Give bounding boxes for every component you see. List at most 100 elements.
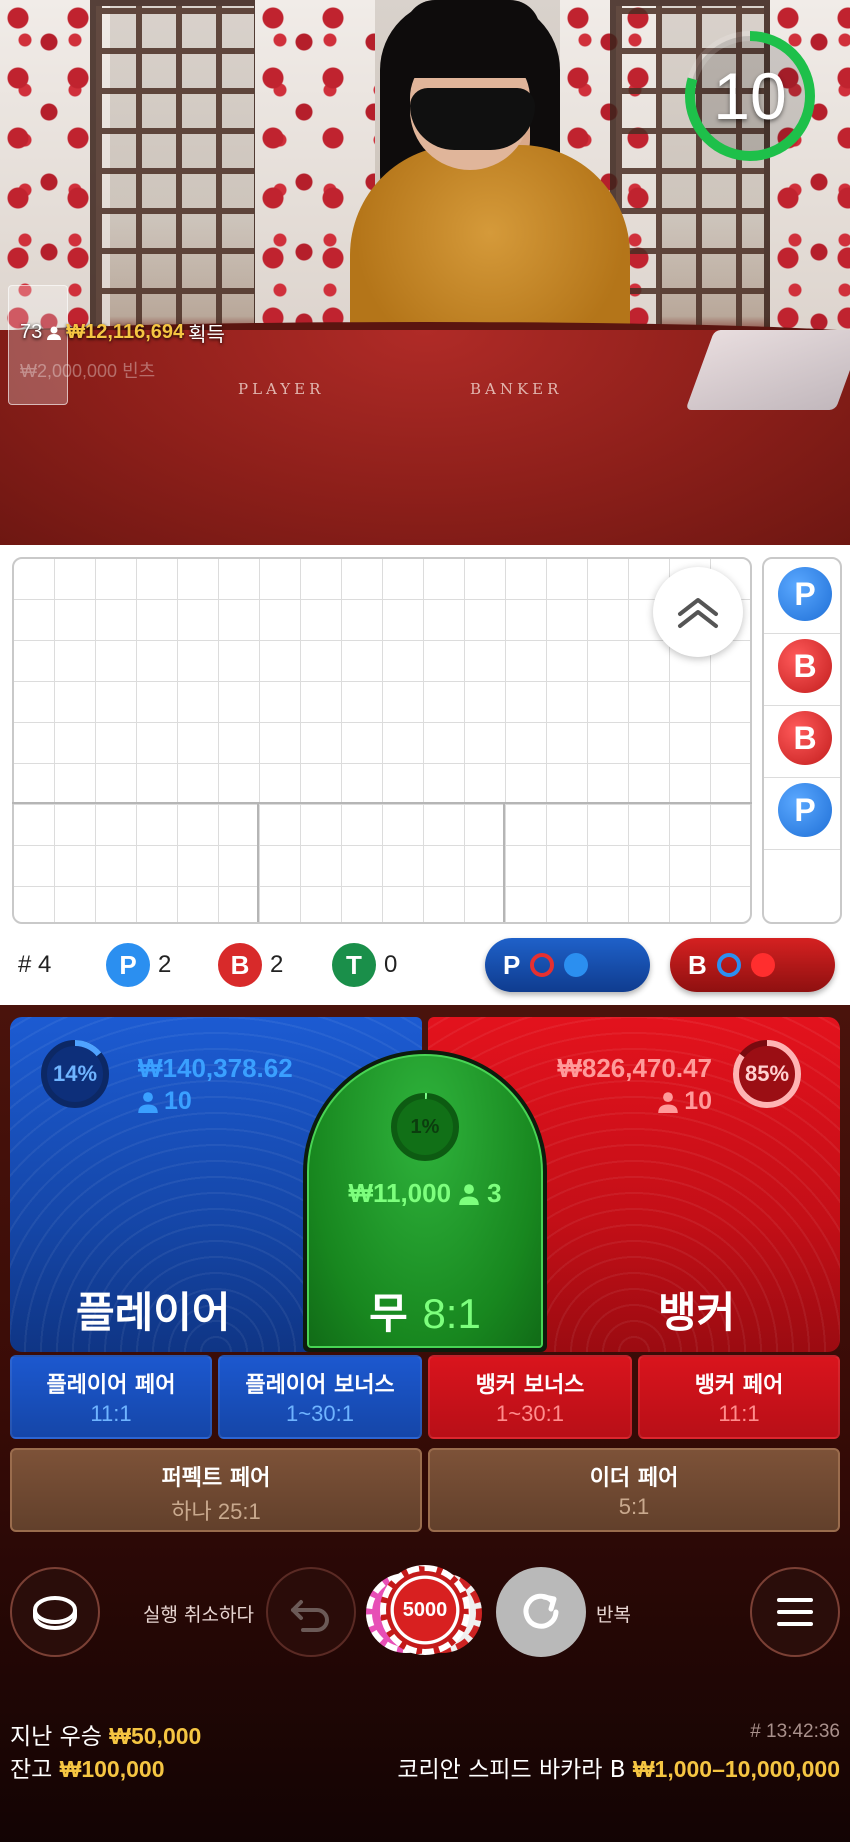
side-bet-title: 뱅커 페어 <box>694 1373 784 1398</box>
player-bonus-bet[interactable]: 플레이어 보너스 1~30:1 <box>218 1355 422 1439</box>
either-pair-bet[interactable]: 이더 페어 5:1 <box>428 1448 840 1532</box>
person-icon <box>459 1183 479 1205</box>
predict-small-road-icon <box>564 953 589 977</box>
big-road-player-mark <box>97 560 131 594</box>
perfect-pair-bet[interactable]: 퍼펙트 페어 하나 25:1 <box>10 1448 422 1532</box>
undo-button[interactable] <box>266 1567 356 1657</box>
winners-ticker: 73 ₩12,116,694 획득 <box>20 318 225 347</box>
round-label: # 4 <box>18 951 52 978</box>
big-road-player-mark <box>15 560 49 594</box>
predict-small-road-icon <box>750 953 775 977</box>
balance-amount: ₩100,000 <box>59 1756 165 1782</box>
side-bet-odds: 1~30:1 <box>496 1401 564 1426</box>
bead-road[interactable]: PBBP <box>762 557 842 924</box>
banker-percent: 85% <box>744 1061 790 1086</box>
countdown-timer-value: 10 <box>713 59 787 133</box>
tie-total-amount: ₩11,000 <box>348 1178 452 1208</box>
tie-odds: 8:1 <box>422 1290 481 1337</box>
banker-bettors: 10 <box>658 1087 712 1116</box>
lattice-panel-left <box>90 0 260 340</box>
side-bet-title: 뱅커 보너스 <box>475 1373 585 1398</box>
tie-label-row: 무 8:1 <box>303 1280 547 1341</box>
banker-count-badge: B <box>218 943 262 987</box>
player-count: 2 <box>158 951 172 978</box>
dealer-bangs <box>405 0 540 78</box>
last-win-amount: ₩50,000 <box>109 1723 202 1749</box>
undo-label: 실행 취소하다 <box>143 1604 254 1626</box>
predict-big-eye-icon <box>716 953 741 977</box>
side-bet-odds: 11:1 <box>718 1401 760 1426</box>
winners-suffix: 획득 <box>188 324 225 346</box>
balance-label: 잔고 <box>10 1757 53 1783</box>
double-chevron-up-icon <box>678 598 718 628</box>
tie-count: 0 <box>384 951 398 978</box>
tie-percent: 1% <box>410 1116 440 1138</box>
winners-previous-line: ₩2,000,000 빈츠 <box>20 361 156 381</box>
big-road-banker-mark <box>56 601 90 635</box>
banker-count: 2 <box>270 951 284 978</box>
side-bet-odds: 하나 25:1 <box>171 1499 261 1524</box>
live-video-stream: PLAYER BANKER 10 73 ₩12,116,694 획득 ₩2,00… <box>0 0 850 545</box>
banker-label: 뱅커 <box>658 1288 736 1337</box>
side-bet-title: 퍼펙트 페어 <box>161 1466 271 1491</box>
tie-count-badge: T <box>332 943 376 987</box>
table-info: 코리안 스피드 바카라 B ₩1,000–10,000,000 <box>397 1750 840 1784</box>
side-bet-title: 이더 페어 <box>589 1466 679 1491</box>
banker-bonus-bet[interactable]: 뱅커 보너스 1~30:1 <box>428 1355 632 1439</box>
derived-road-mark <box>14 828 29 843</box>
player-bettor-count: 10 <box>164 1087 192 1115</box>
big-road-banker-mark <box>56 560 90 594</box>
menu-button[interactable] <box>750 1567 840 1657</box>
side-bet-title: 플레이어 보너스 <box>245 1373 395 1398</box>
bead-banker-chip: B <box>778 711 832 765</box>
table-player-label: PLAYER <box>238 380 325 398</box>
selected-chip[interactable]: 5000 <box>380 1565 470 1655</box>
side-bet-odds: 5:1 <box>618 1494 650 1519</box>
person-icon <box>47 326 62 340</box>
predict-banker-button[interactable]: B <box>670 938 835 992</box>
bead-banker-chip: B <box>778 639 832 693</box>
expand-roadmap-button[interactable] <box>653 567 743 657</box>
derived-road-divider <box>503 802 505 922</box>
chip-value: 5000 <box>402 1598 448 1621</box>
derived-road-divider <box>257 802 259 922</box>
banker-bettor-count: 10 <box>684 1087 712 1115</box>
player-count-badge: P <box>106 943 150 987</box>
table-icon <box>33 1596 77 1631</box>
tie-bettors: ₩11,000 3 <box>303 1178 547 1209</box>
player-label: 플레이어 <box>76 1288 231 1337</box>
dealer-mask <box>410 88 535 150</box>
table-name: 코리안 스피드 바카라 B <box>397 1757 626 1783</box>
repeat-label: 반복 <box>596 1604 631 1626</box>
round-number: 4 <box>38 951 52 978</box>
table-banker-label: BANKER <box>470 380 563 398</box>
banker-pair-bet[interactable]: 뱅커 페어 11:1 <box>638 1355 840 1439</box>
side-bet-title: 플레이어 페어 <box>46 1373 176 1398</box>
baccarat-app: PLAYER BANKER 10 73 ₩12,116,694 획득 ₩2,00… <box>0 0 850 1842</box>
bead-player-chip: P <box>778 567 832 621</box>
chip-stack[interactable]: 5000 <box>366 1565 486 1661</box>
banker-total-amount: ₩826,470.47 <box>557 1053 712 1083</box>
balance: 잔고 ₩100,000 <box>10 1750 165 1784</box>
player-total-amount: ₩140,378.62 <box>138 1053 293 1083</box>
roadmap-panel[interactable]: PBBP # 4 P 2 B 2 T 0 P B <box>0 545 850 1005</box>
person-icon <box>658 1091 678 1113</box>
person-icon <box>138 1091 158 1113</box>
predict-player-button[interactable]: P <box>485 938 650 992</box>
derived-road-mark <box>14 808 29 823</box>
tie-bettor-count: 3 <box>487 1178 502 1208</box>
bead-player-chip: P <box>778 783 832 837</box>
round-time: # 13:42:36 <box>750 1721 840 1742</box>
player-pair-bet[interactable]: 플레이어 페어 11:1 <box>10 1355 212 1439</box>
player-bettors: 10 <box>138 1087 192 1116</box>
predict-banker-letter: B <box>688 949 707 980</box>
repeat-icon <box>523 1593 559 1629</box>
table-limits: ₩1,000–10,000,000 <box>632 1756 840 1782</box>
tie-bet-spot[interactable]: 1% ₩11,000 3 무 8:1 <box>303 1050 547 1352</box>
card-shoe <box>685 330 850 410</box>
undo-icon <box>291 1600 329 1632</box>
repeat-button[interactable] <box>496 1567 586 1657</box>
lobby-button[interactable] <box>10 1567 100 1657</box>
side-bet-odds: 11:1 <box>90 1401 132 1426</box>
predict-big-eye-icon <box>530 953 555 977</box>
